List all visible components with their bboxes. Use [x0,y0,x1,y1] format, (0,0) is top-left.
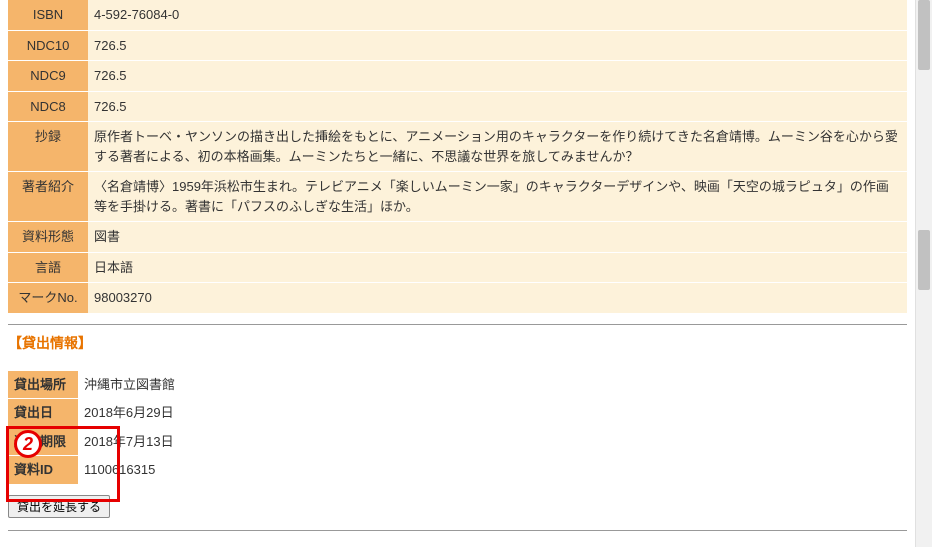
detail-value: 726.5 [88,61,907,92]
table-row: NDC10 726.5 [8,30,907,61]
detail-label: 言語 [8,252,88,283]
loan-table: 貸出場所 沖縄市立図書館 貸出日 2018年6月29日 返却期限 2018年7月… [8,371,188,485]
detail-value: 726.5 [88,30,907,61]
loan-section-title: 【貸出情報】 [8,333,907,353]
annotation-step-number: 2 [14,430,42,458]
detail-value: 〈名倉靖博〉1959年浜松市生まれ。テレビアニメ「楽しいムーミン一家」のキャラク… [88,172,907,222]
detail-value: 726.5 [88,91,907,122]
table-row: 言語 日本語 [8,252,907,283]
vertical-scrollbar[interactable] [915,0,932,547]
loan-value: 2018年6月29日 [78,399,188,428]
loan-label: 貸出場所 [8,371,78,399]
table-row: 資料形態 図書 [8,222,907,253]
loan-label: 資料ID [8,456,78,485]
table-row: NDC9 726.5 [8,61,907,92]
detail-label: 著者紹介 [8,172,88,222]
detail-label: 資料形態 [8,222,88,253]
loan-value: 2018年7月13日 [78,427,188,456]
table-row: 資料ID 1100616315 [8,456,188,485]
scroll-thumb[interactable] [918,230,930,290]
table-row: ISBN 4-592-76084-0 [8,0,907,30]
detail-table: ISBN 4-592-76084-0 NDC10 726.5 NDC9 726.… [8,0,907,314]
scroll-thumb[interactable] [918,0,930,70]
loan-value: 沖縄市立図書館 [78,371,188,399]
extend-loan-button[interactable]: 貸出を延長する [8,495,110,518]
main-content: ISBN 4-592-76084-0 NDC10 726.5 NDC9 726.… [0,0,915,547]
detail-label: 抄録 [8,122,88,172]
detail-value: 98003270 [88,283,907,314]
detail-label: NDC9 [8,61,88,92]
detail-value: 4-592-76084-0 [88,0,907,30]
loan-label: 貸出日 [8,399,78,428]
detail-value: 図書 [88,222,907,253]
detail-label: NDC10 [8,30,88,61]
loan-value: 1100616315 [78,456,188,485]
table-row: 抄録 原作者トーベ・ヤンソンの描き出した挿絵をもとに、アニメーション用のキャラク… [8,122,907,172]
detail-value: 日本語 [88,252,907,283]
table-row: 貸出日 2018年6月29日 [8,399,188,428]
detail-label: ISBN [8,0,88,30]
detail-label: マークNo. [8,283,88,314]
table-row: 貸出場所 沖縄市立図書館 [8,371,188,399]
table-row: 著者紹介 〈名倉靖博〉1959年浜松市生まれ。テレビアニメ「楽しいムーミン一家」… [8,172,907,222]
detail-label: NDC8 [8,91,88,122]
divider [8,324,907,325]
table-row: NDC8 726.5 [8,91,907,122]
detail-value: 原作者トーベ・ヤンソンの描き出した挿絵をもとに、アニメーション用のキャラクターを… [88,122,907,172]
table-row: マークNo. 98003270 [8,283,907,314]
divider [8,530,907,531]
